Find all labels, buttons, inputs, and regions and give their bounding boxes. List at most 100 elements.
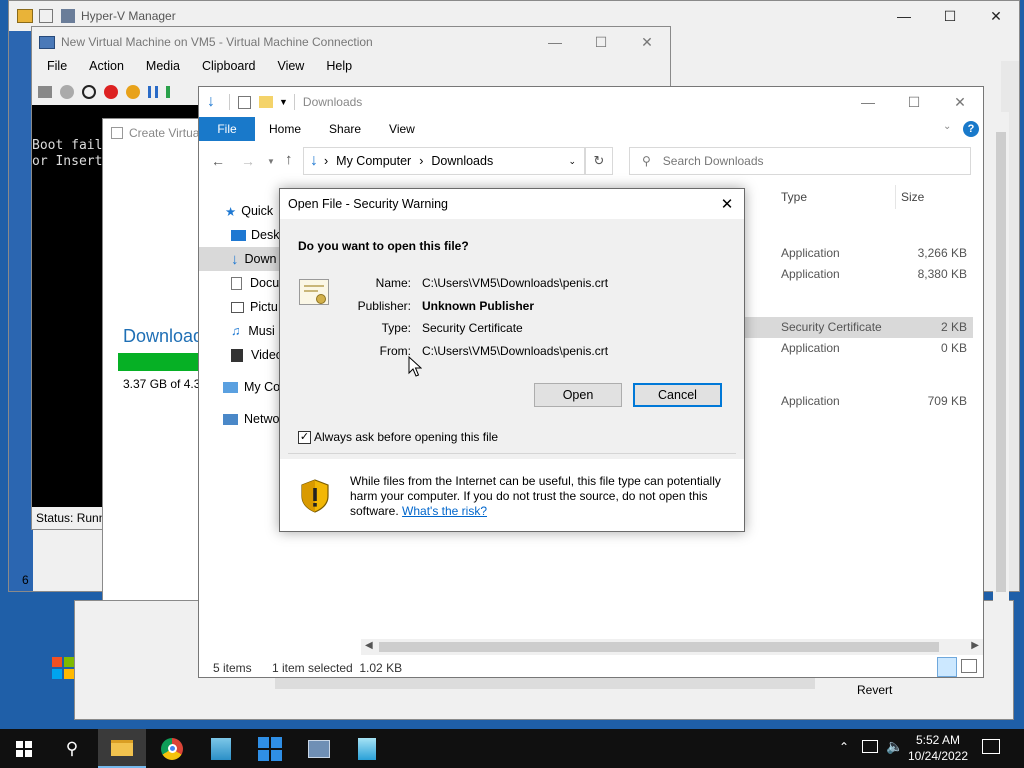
menu-file[interactable]: File [36,55,78,77]
table-row[interactable]: Application 8,380 KB [715,264,973,285]
start-icon[interactable] [60,85,74,99]
vm-connection-icon [39,35,55,49]
volume-icon[interactable]: 🔈 [886,738,903,755]
nav-quick-access[interactable]: ★ Quick [199,199,273,223]
cancel-button[interactable]: Cancel [633,383,722,407]
breadcrumb-downloads[interactable]: Downloads [431,154,493,168]
horizontal-scrollbar[interactable]: ◀ ▶ [361,639,983,655]
nav-music[interactable]: ♫ Musi [199,319,275,343]
maximize-button[interactable]: ☐ [891,87,937,117]
properties-icon[interactable] [39,9,53,23]
up-button[interactable]: ↑ [285,151,293,168]
nav-network[interactable]: Netwo [199,407,279,431]
minimize-button[interactable]: — [845,87,891,117]
nav-my-computer[interactable]: My Co [199,375,280,399]
forward-button[interactable]: → [241,153,255,169]
tab-view[interactable]: View [375,122,429,136]
column-divider [895,185,896,209]
table-row[interactable]: Application 0 KB [715,338,973,359]
nav-downloads[interactable]: ↓ Down [199,247,279,271]
large-icons-view-icon[interactable] [961,659,977,673]
minimize-button[interactable]: — [532,27,578,57]
tab-file[interactable]: File [199,117,255,141]
back-button[interactable]: ← [211,153,225,169]
scroll-right-icon[interactable]: ▶ [971,640,979,651]
column-header-size[interactable]: Size [901,190,924,204]
nav-videos[interactable]: Video [199,343,283,367]
scroll-left-icon[interactable]: ◀ [365,640,373,651]
always-ask-checkbox[interactable]: ✓ [298,431,311,444]
open-button[interactable]: Open [534,383,622,407]
start-button[interactable] [0,729,48,768]
reset-icon[interactable] [166,86,170,98]
new-folder-icon[interactable] [259,96,273,108]
file-type: Application [781,267,840,281]
chevron-down-icon[interactable]: ▼ [279,97,288,107]
hyperv-taskbar-button[interactable] [295,729,343,768]
menu-help[interactable]: Help [315,55,363,77]
back-vscroll[interactable] [993,112,1009,692]
scroll-thumb[interactable] [379,642,939,652]
clock[interactable]: 5:52 AM 10/24/2022 [906,732,970,764]
file-type: Security Certificate [781,320,882,334]
tray-chevron-icon[interactable]: ⌃ [839,740,849,754]
dialog-close-button[interactable]: ✕ [710,189,744,219]
pause-icon[interactable] [148,86,158,98]
power-icon[interactable] [126,85,140,99]
nav-desktop[interactable]: Deskt [199,223,283,247]
table-row[interactable]: Application 709 KB [715,391,973,412]
close-button[interactable]: ✕ [937,87,983,117]
dialog-title: Open File - Security Warning [288,197,449,211]
nav-pictures[interactable]: Pictu [199,295,278,319]
help-icon[interactable]: ? [963,121,979,137]
app-taskbar-button[interactable] [343,729,391,768]
network-tray-icon[interactable] [862,740,878,753]
tab-share[interactable]: Share [315,122,375,136]
search-button[interactable]: ⚲ [48,729,96,768]
turn-off-icon[interactable] [82,85,96,99]
file-size: 8,380 KB [917,267,967,281]
breadcrumb-my-computer[interactable]: My Computer [336,154,411,168]
chrome-taskbar-button[interactable] [148,729,196,768]
tab-home[interactable]: Home [255,122,315,136]
menu-view[interactable]: View [266,55,315,77]
ctrl-alt-del-icon[interactable] [38,86,52,98]
minimize-button[interactable]: — [881,1,927,31]
table-row[interactable]: Application 3,266 KB [715,243,973,264]
search-input[interactable]: ⚲ Search Downloads [629,147,971,175]
shutdown-icon[interactable] [104,85,118,99]
file-explorer-taskbar-button[interactable] [98,729,146,768]
column-header-type[interactable]: Type [781,190,807,204]
notifications-icon[interactable] [982,739,1000,754]
status-item-count: 5 items [213,661,252,675]
menu-media[interactable]: Media [135,55,191,77]
maximize-button[interactable]: ☐ [927,1,973,31]
server-manager-taskbar-button[interactable] [197,729,245,768]
close-button[interactable]: ✕ [624,27,670,57]
recent-chevron-icon[interactable]: ▼ [267,157,275,166]
windows-start-icon [16,740,32,757]
security-warning-dialog: Open File - Security Warning ✕ Do you wa… [279,188,745,532]
search-icon: ⚲ [642,154,651,168]
menu-action[interactable]: Action [78,55,135,77]
whats-the-risk-link[interactable]: What's the risk? [402,504,487,518]
bg-hscroll[interactable] [275,677,815,689]
back-vscroll-thumb[interactable] [996,132,1006,592]
always-ask-label[interactable]: Always ask before opening this file [314,430,498,444]
maximize-button[interactable]: ☐ [578,27,624,57]
nav-documents[interactable]: Docu [199,271,279,295]
address-chevron-icon[interactable]: ⌄ [568,156,576,167]
close-button[interactable]: ✕ [973,1,1019,31]
address-bar[interactable]: ↓ › My Computer › Downloads ⌄ [303,147,585,175]
ribbon-tabs: File Home Share View [199,117,983,141]
breadcrumb-sep: › [419,154,424,168]
windows-app-taskbar-button[interactable] [246,729,294,768]
details-view-icon[interactable] [937,657,957,677]
menu-clipboard[interactable]: Clipboard [191,55,267,77]
refresh-button[interactable]: ↻ [585,147,613,175]
revert-label[interactable]: Revert [857,683,892,697]
download-arrow-icon[interactable]: ↓ [207,94,221,110]
ribbon-expand-icon[interactable]: ⌄ [943,121,951,132]
table-row-selected[interactable]: Security Certificate 2 KB [715,317,973,338]
properties-icon[interactable] [238,95,251,109]
